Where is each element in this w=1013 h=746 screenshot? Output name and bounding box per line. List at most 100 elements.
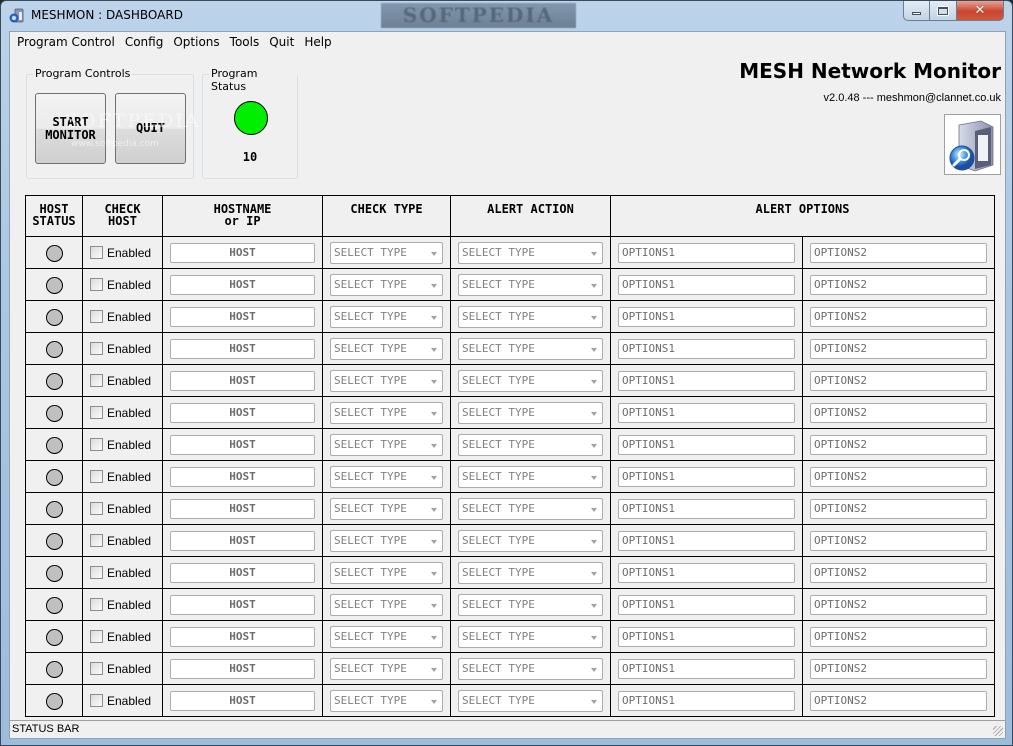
options2-input[interactable]: OPTIONS2	[810, 434, 987, 455]
enabled-checkbox[interactable]: Enabled	[83, 342, 162, 356]
enabled-checkbox[interactable]: Enabled	[83, 374, 162, 388]
enabled-checkbox[interactable]: Enabled	[83, 534, 162, 548]
enabled-checkbox[interactable]: Enabled	[83, 502, 162, 516]
menu-program-control[interactable]: Program Control	[12, 32, 120, 52]
options1-input[interactable]: OPTIONS1	[618, 626, 795, 647]
maximize-button[interactable]	[930, 1, 957, 21]
enabled-checkbox[interactable]: Enabled	[83, 598, 162, 612]
check-type-select[interactable]: SELECT TYPE	[330, 337, 443, 360]
hostname-input[interactable]: HOST	[170, 658, 315, 679]
checkbox-icon[interactable]	[90, 598, 103, 611]
hostname-input[interactable]: HOST	[170, 626, 315, 647]
enabled-checkbox[interactable]: Enabled	[83, 662, 162, 676]
check-type-select[interactable]: SELECT TYPE	[330, 401, 443, 424]
alert-action-select[interactable]: SELECT TYPE	[458, 529, 603, 552]
options1-input[interactable]: OPTIONS1	[618, 274, 795, 295]
alert-action-select[interactable]: SELECT TYPE	[458, 337, 603, 360]
checkbox-icon[interactable]	[90, 502, 103, 515]
hostname-input[interactable]: HOST	[170, 370, 315, 391]
hostname-input[interactable]: HOST	[170, 434, 315, 455]
alert-action-select[interactable]: SELECT TYPE	[458, 401, 603, 424]
options1-input[interactable]: OPTIONS1	[618, 434, 795, 455]
checkbox-icon[interactable]	[90, 630, 103, 643]
alert-action-select[interactable]: SELECT TYPE	[458, 241, 603, 264]
title-bar[interactable]: MESHMON : DASHBOARD SOFTPEDIA ✕	[1, 1, 1012, 31]
checkbox-icon[interactable]	[90, 662, 103, 675]
options1-input[interactable]: OPTIONS1	[618, 498, 795, 519]
menu-help[interactable]: Help	[299, 32, 336, 52]
options1-input[interactable]: OPTIONS1	[618, 242, 795, 263]
menu-options[interactable]: Options	[168, 32, 224, 52]
enabled-checkbox[interactable]: Enabled	[83, 470, 162, 484]
options1-input[interactable]: OPTIONS1	[618, 594, 795, 615]
options1-input[interactable]: OPTIONS1	[618, 370, 795, 391]
options1-input[interactable]: OPTIONS1	[618, 306, 795, 327]
alert-action-select[interactable]: SELECT TYPE	[458, 497, 603, 520]
options2-input[interactable]: OPTIONS2	[810, 658, 987, 679]
enabled-checkbox[interactable]: Enabled	[83, 630, 162, 644]
options1-input[interactable]: OPTIONS1	[618, 338, 795, 359]
menu-config[interactable]: Config	[120, 32, 169, 52]
resize-grip-icon[interactable]	[993, 726, 1003, 736]
start-monitor-button[interactable]: START MONITOR	[35, 93, 106, 164]
hostname-input[interactable]: HOST	[170, 562, 315, 583]
check-type-select[interactable]: SELECT TYPE	[330, 465, 443, 488]
minimize-button[interactable]	[903, 1, 930, 21]
options2-input[interactable]: OPTIONS2	[810, 274, 987, 295]
check-type-select[interactable]: SELECT TYPE	[330, 305, 443, 328]
hostname-input[interactable]: HOST	[170, 498, 315, 519]
checkbox-icon[interactable]	[90, 566, 103, 579]
alert-action-select[interactable]: SELECT TYPE	[458, 369, 603, 392]
check-type-select[interactable]: SELECT TYPE	[330, 433, 443, 456]
check-type-select[interactable]: SELECT TYPE	[330, 657, 443, 680]
hostname-input[interactable]: HOST	[170, 690, 315, 711]
options1-input[interactable]: OPTIONS1	[618, 530, 795, 551]
menu-tools[interactable]: Tools	[225, 32, 265, 52]
checkbox-icon[interactable]	[90, 694, 103, 707]
checkbox-icon[interactable]	[90, 438, 103, 451]
options1-input[interactable]: OPTIONS1	[618, 402, 795, 423]
enabled-checkbox[interactable]: Enabled	[83, 310, 162, 324]
options2-input[interactable]: OPTIONS2	[810, 306, 987, 327]
close-button[interactable]: ✕	[957, 1, 1004, 21]
checkbox-icon[interactable]	[90, 246, 103, 259]
alert-action-select[interactable]: SELECT TYPE	[458, 689, 603, 712]
hostname-input[interactable]: HOST	[170, 530, 315, 551]
options1-input[interactable]: OPTIONS1	[618, 466, 795, 487]
checkbox-icon[interactable]	[90, 534, 103, 547]
checkbox-icon[interactable]	[90, 406, 103, 419]
enabled-checkbox[interactable]: Enabled	[83, 246, 162, 260]
options2-input[interactable]: OPTIONS2	[810, 370, 987, 391]
enabled-checkbox[interactable]: Enabled	[83, 278, 162, 292]
options2-input[interactable]: OPTIONS2	[810, 626, 987, 647]
hostname-input[interactable]: HOST	[170, 242, 315, 263]
options2-input[interactable]: OPTIONS2	[810, 402, 987, 423]
menu-quit[interactable]: Quit	[264, 32, 299, 52]
quit-button[interactable]: QUIT	[115, 93, 186, 164]
alert-action-select[interactable]: SELECT TYPE	[458, 465, 603, 488]
alert-action-select[interactable]: SELECT TYPE	[458, 305, 603, 328]
check-type-select[interactable]: SELECT TYPE	[330, 689, 443, 712]
checkbox-icon[interactable]	[90, 342, 103, 355]
enabled-checkbox[interactable]: Enabled	[83, 694, 162, 708]
options2-input[interactable]: OPTIONS2	[810, 338, 987, 359]
enabled-checkbox[interactable]: Enabled	[83, 406, 162, 420]
options2-input[interactable]: OPTIONS2	[810, 690, 987, 711]
checkbox-icon[interactable]	[90, 310, 103, 323]
options2-input[interactable]: OPTIONS2	[810, 562, 987, 583]
hostname-input[interactable]: HOST	[170, 466, 315, 487]
options2-input[interactable]: OPTIONS2	[810, 466, 987, 487]
hostname-input[interactable]: HOST	[170, 338, 315, 359]
check-type-select[interactable]: SELECT TYPE	[330, 273, 443, 296]
alert-action-select[interactable]: SELECT TYPE	[458, 657, 603, 680]
hostname-input[interactable]: HOST	[170, 306, 315, 327]
options2-input[interactable]: OPTIONS2	[810, 242, 987, 263]
hostname-input[interactable]: HOST	[170, 594, 315, 615]
hostname-input[interactable]: HOST	[170, 402, 315, 423]
enabled-checkbox[interactable]: Enabled	[83, 438, 162, 452]
check-type-select[interactable]: SELECT TYPE	[330, 497, 443, 520]
options1-input[interactable]: OPTIONS1	[618, 562, 795, 583]
check-type-select[interactable]: SELECT TYPE	[330, 625, 443, 648]
options2-input[interactable]: OPTIONS2	[810, 594, 987, 615]
options1-input[interactable]: OPTIONS1	[618, 658, 795, 679]
